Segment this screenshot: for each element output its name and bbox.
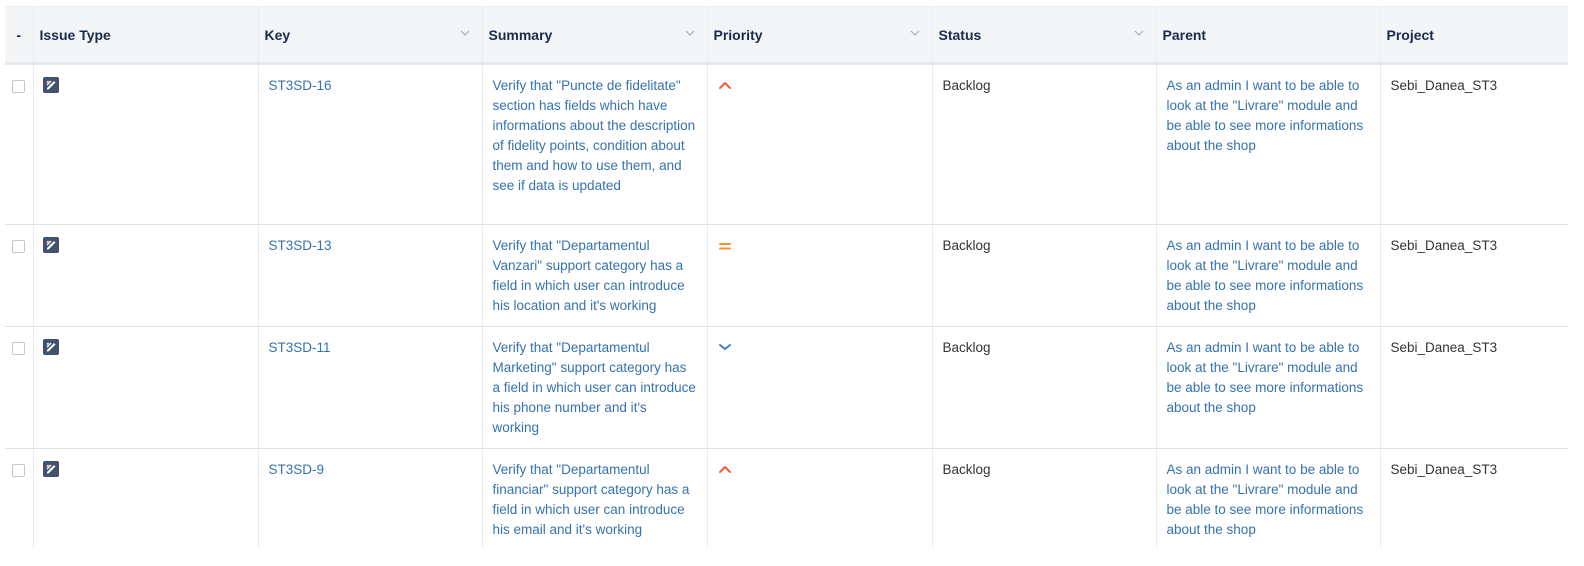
column-header-issue-type[interactable]: Issue Type xyxy=(33,6,259,65)
issue-type-cell xyxy=(33,326,259,449)
issue-type-cell xyxy=(33,448,259,548)
column-header-status[interactable]: Status xyxy=(932,6,1157,65)
parent-issue-link[interactable]: As an admin I want to be able to look at… xyxy=(1167,78,1364,153)
project-cell: Sebi_Danea_ST3 xyxy=(1380,326,1568,449)
table-row[interactable]: ST3SD-11 Verify that "Departamentul Mark… xyxy=(5,326,1568,449)
priority-cell xyxy=(707,224,933,327)
table-row[interactable]: ST3SD-13 Verify that "Departamentul Vanz… xyxy=(5,224,1568,327)
parent-cell: As an admin I want to be able to look at… xyxy=(1156,326,1381,449)
key-cell: ST3SD-13 xyxy=(258,224,483,327)
status-cell: Backlog xyxy=(932,448,1157,548)
key-cell: ST3SD-9 xyxy=(258,448,483,548)
issue-type-cell xyxy=(33,224,259,327)
chevron-down-icon[interactable] xyxy=(1134,28,1144,38)
chevron-down-icon[interactable] xyxy=(910,28,920,38)
key-cell: ST3SD-16 xyxy=(258,63,483,225)
status-cell: Backlog xyxy=(932,224,1157,327)
row-checkbox[interactable] xyxy=(12,464,25,477)
column-header-label: Parent xyxy=(1162,26,1207,43)
issue-summary-link[interactable]: Verify that "Departamentul Marketing" su… xyxy=(493,340,696,435)
test-issue-icon xyxy=(42,77,59,93)
row-checkbox[interactable] xyxy=(12,342,25,355)
test-issue-icon xyxy=(42,461,59,477)
issue-key-link[interactable]: ST3SD-13 xyxy=(269,238,332,253)
priority-cell xyxy=(707,63,933,225)
table-row[interactable]: ST3SD-9 Verify that "Departamentul finan… xyxy=(5,448,1568,548)
summary-cell: Verify that "Departamentul Marketing" su… xyxy=(482,326,708,449)
issue-summary-link[interactable]: Verify that "Departamentul financiar" su… xyxy=(493,462,690,537)
project-cell: Sebi_Danea_ST3 xyxy=(1380,63,1568,225)
status-cell: Backlog xyxy=(932,63,1157,225)
parent-issue-link[interactable]: As an admin I want to be able to look at… xyxy=(1167,238,1364,313)
parent-issue-link[interactable]: As an admin I want to be able to look at… xyxy=(1167,462,1364,537)
column-header-label: Status xyxy=(938,26,982,43)
table-row[interactable]: ST3SD-16 Verify that "Puncte de fidelita… xyxy=(5,63,1568,225)
issue-key-link[interactable]: ST3SD-16 xyxy=(269,78,332,93)
table-header-row: - Issue Type Key Summary Priority Status xyxy=(5,6,1568,65)
key-cell: ST3SD-11 xyxy=(258,326,483,449)
issue-key-link[interactable]: ST3SD-11 xyxy=(269,340,331,355)
summary-cell: Verify that "Departamentul Vanzari" supp… xyxy=(482,224,708,327)
summary-cell: Verify that "Departamentul financiar" su… xyxy=(482,448,708,548)
issue-type-cell xyxy=(33,63,259,225)
test-issue-icon xyxy=(42,237,59,253)
issue-navigator-viewport: - Issue Type Key Summary Priority Status xyxy=(0,0,1568,548)
parent-cell: As an admin I want to be able to look at… xyxy=(1156,448,1381,548)
select-column-header[interactable]: - xyxy=(5,6,34,65)
column-header-label: Priority xyxy=(713,26,763,43)
project-cell: Sebi_Danea_ST3 xyxy=(1380,448,1568,548)
column-header-label: Summary xyxy=(488,26,553,43)
parent-cell: As an admin I want to be able to look at… xyxy=(1156,63,1381,225)
medium-priority-icon xyxy=(718,243,731,250)
issue-key-link[interactable]: ST3SD-9 xyxy=(269,462,325,477)
column-header-parent[interactable]: Parent xyxy=(1156,6,1381,65)
column-header-priority[interactable]: Priority xyxy=(707,6,933,65)
column-header-label: Key xyxy=(264,26,291,43)
column-header-label: Project xyxy=(1386,26,1434,43)
status-cell: Backlog xyxy=(932,326,1157,449)
row-checkbox[interactable] xyxy=(12,80,25,93)
row-checkbox[interactable] xyxy=(12,240,25,253)
high-priority-icon xyxy=(718,466,731,473)
issue-summary-link[interactable]: Verify that "Puncte de fidelitate" secti… xyxy=(493,78,696,193)
high-priority-icon xyxy=(718,82,731,89)
issues-table: - Issue Type Key Summary Priority Status xyxy=(5,6,1568,548)
select-cell xyxy=(5,448,34,548)
issue-summary-link[interactable]: Verify that "Departamentul Vanzari" supp… xyxy=(493,238,685,313)
project-cell: Sebi_Danea_ST3 xyxy=(1380,224,1568,327)
parent-issue-link[interactable]: As an admin I want to be able to look at… xyxy=(1167,340,1364,415)
chevron-down-icon[interactable] xyxy=(460,28,470,38)
select-cell xyxy=(5,224,34,327)
column-header-project[interactable]: Project xyxy=(1380,6,1568,65)
summary-cell: Verify that "Puncte de fidelitate" secti… xyxy=(482,63,708,225)
low-priority-icon xyxy=(718,344,731,350)
priority-cell xyxy=(707,326,933,449)
column-header-label: Issue Type xyxy=(39,26,111,43)
test-issue-icon xyxy=(42,339,59,355)
column-header-summary[interactable]: Summary xyxy=(482,6,708,65)
parent-cell: As an admin I want to be able to look at… xyxy=(1156,224,1381,327)
select-cell xyxy=(5,326,34,449)
priority-cell xyxy=(707,448,933,548)
column-header-key[interactable]: Key xyxy=(258,6,483,65)
select-cell xyxy=(5,63,34,225)
chevron-down-icon[interactable] xyxy=(685,28,695,38)
